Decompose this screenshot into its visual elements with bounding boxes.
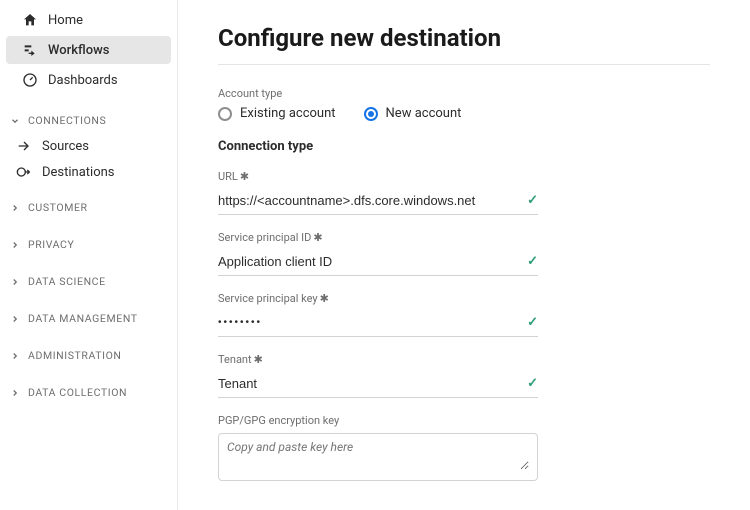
chevron-down-icon [10,116,20,126]
url-input[interactable] [218,193,527,208]
chevron-right-icon [10,314,20,324]
nav-group-label: DATA MANAGEMENT [28,312,138,325]
dashboards-icon [22,72,38,88]
nav-group-label: ADMINISTRATION [28,349,122,362]
nav-label: Workflows [48,43,109,58]
nav-dashboards[interactable]: Dashboards [6,66,171,94]
url-label: URL✱ [218,170,538,183]
account-type-label: Account type [218,87,710,100]
spkey-label: Service principal key✱ [218,292,538,305]
page-title: Configure new destination [218,24,710,65]
nav-group-label: CONNECTIONS [28,114,106,127]
tenant-field: Tenant✱ ✓ [218,353,538,398]
nav-label: Dashboards [48,73,118,88]
radio-label: New account [386,106,462,121]
connection-type-heading: Connection type [218,139,710,154]
check-icon: ✓ [527,254,538,269]
nav-group-label: DATA COLLECTION [28,386,127,399]
nav-group-customer[interactable]: CUSTOMER [0,193,177,222]
main-content: Configure new destination Account type E… [178,0,750,510]
nav-workflows[interactable]: Workflows [6,36,171,64]
url-field: URL✱ ✓ [218,170,538,215]
radio-existing-account[interactable]: Existing account [218,106,336,121]
radio-icon [218,107,232,121]
chevron-right-icon [10,388,20,398]
service-principal-id-field: Service principal ID✱ ✓ [218,231,538,276]
nav-group-label: DATA SCIENCE [28,275,106,288]
check-icon: ✓ [527,315,538,330]
nav-group-label: CUSTOMER [28,201,88,214]
chevron-right-icon [10,240,20,250]
radio-label: Existing account [240,106,336,121]
nav-group-data-collection[interactable]: DATA COLLECTION [0,378,177,407]
nav-group-administration[interactable]: ADMINISTRATION [0,341,177,370]
nav-group-privacy[interactable]: PRIVACY [0,230,177,259]
pgp-label: PGP/GPG encryption key [218,414,538,427]
chevron-right-icon [10,351,20,361]
spid-label: Service principal ID✱ [218,231,538,244]
nav-destinations[interactable]: Destinations [0,159,177,185]
tenant-input[interactable] [218,376,527,391]
home-icon [22,12,38,28]
pgp-key-textarea[interactable] [227,440,529,470]
service-principal-id-input[interactable] [218,254,527,269]
nav-label: Home [48,13,83,28]
sources-icon [16,138,32,154]
nav-group-data-science[interactable]: DATA SCIENCE [0,267,177,296]
pgp-key-field: PGP/GPG encryption key [218,414,538,481]
nav-group-data-management[interactable]: DATA MANAGEMENT [0,304,177,333]
radio-new-account[interactable]: New account [364,106,462,121]
tenant-label: Tenant✱ [218,353,538,366]
nav-label: Sources [42,139,89,154]
workflows-icon [22,42,38,58]
account-type-radio-group: Existing account New account [218,106,710,121]
nav-label: Destinations [42,165,115,180]
nav-sources[interactable]: Sources [0,133,177,159]
nav-group-connections[interactable]: CONNECTIONS [0,108,177,133]
destinations-icon [16,164,32,180]
chevron-right-icon [10,277,20,287]
service-principal-key-field: Service principal key✱ ✓ [218,292,538,337]
service-principal-key-input[interactable] [218,317,527,328]
chevron-right-icon [10,203,20,213]
sidebar: Home Workflows Dashboards CONNECTIONS So… [0,0,178,510]
nav-home[interactable]: Home [6,6,171,34]
check-icon: ✓ [527,193,538,208]
nav-group-label: PRIVACY [28,238,74,251]
radio-icon [364,107,378,121]
check-icon: ✓ [527,376,538,391]
